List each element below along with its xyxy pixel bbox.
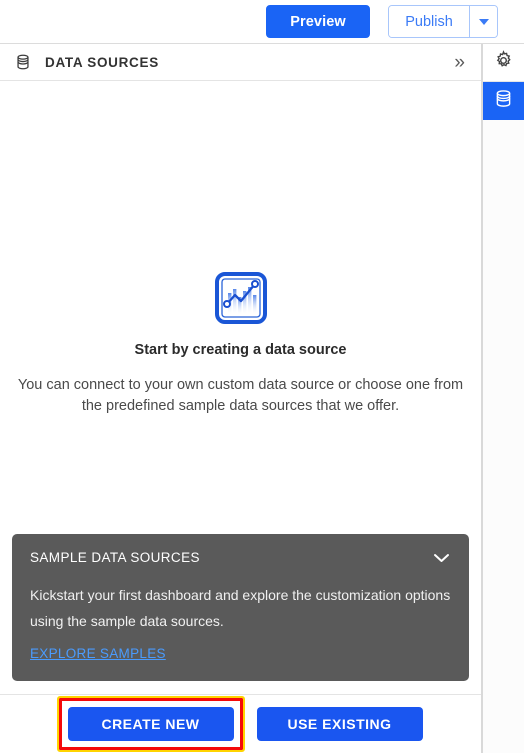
sample-data-sources-card: SAMPLE DATA SOURCES Kickstart your first…	[12, 534, 469, 681]
create-new-button[interactable]: CREATE NEW	[67, 707, 234, 741]
gear-icon	[493, 49, 514, 76]
empty-state-description: You can connect to your own custom data …	[17, 377, 464, 414]
publish-dropdown-button[interactable]	[469, 6, 497, 37]
use-existing-button-label: USE EXISTING	[287, 716, 392, 732]
chevron-down-icon[interactable]	[432, 552, 451, 564]
preview-button-label: Preview	[290, 13, 346, 30]
database-icon	[493, 88, 514, 114]
use-existing-button[interactable]: USE EXISTING	[256, 707, 423, 741]
page-title: DATA SOURCES	[45, 54, 159, 70]
sample-card-title: SAMPLE DATA SOURCES	[30, 550, 200, 565]
data-sources-panel-screen: Preview Publish DATA SOURCES » Start by …	[0, 0, 524, 753]
publish-split-button: Publish	[388, 5, 498, 38]
panel-header: DATA SOURCES »	[0, 44, 481, 81]
empty-state-title: Start by creating a data source	[134, 342, 347, 358]
explore-samples-link[interactable]: EXPLORE SAMPLES	[30, 646, 166, 661]
top-toolbar: Preview Publish	[0, 0, 524, 44]
panel-footer-actions: CREATE NEW USE EXISTING	[0, 694, 481, 753]
empty-state: Start by creating a data source You can …	[0, 81, 481, 534]
create-new-button-label: CREATE NEW	[101, 716, 200, 732]
line-chart-icon	[214, 271, 268, 325]
sample-card-header[interactable]: SAMPLE DATA SOURCES	[30, 550, 451, 565]
sample-card-body: Kickstart your first dashboard and explo…	[30, 587, 451, 629]
publish-button-label: Publish	[405, 13, 453, 30]
rail-item-settings[interactable]	[483, 44, 524, 82]
preview-button[interactable]: Preview	[266, 5, 370, 38]
chevron-down-icon	[478, 18, 489, 25]
data-sources-panel: DATA SOURCES » Start by creating a data …	[0, 44, 482, 753]
collapse-panel-icon[interactable]: »	[452, 53, 467, 72]
highlight-annotation: CREATE NEW	[56, 696, 245, 752]
database-icon	[13, 52, 33, 72]
rail-item-data-sources[interactable]	[483, 82, 524, 120]
right-sidebar-rail	[482, 44, 524, 753]
publish-button[interactable]: Publish	[389, 6, 469, 37]
